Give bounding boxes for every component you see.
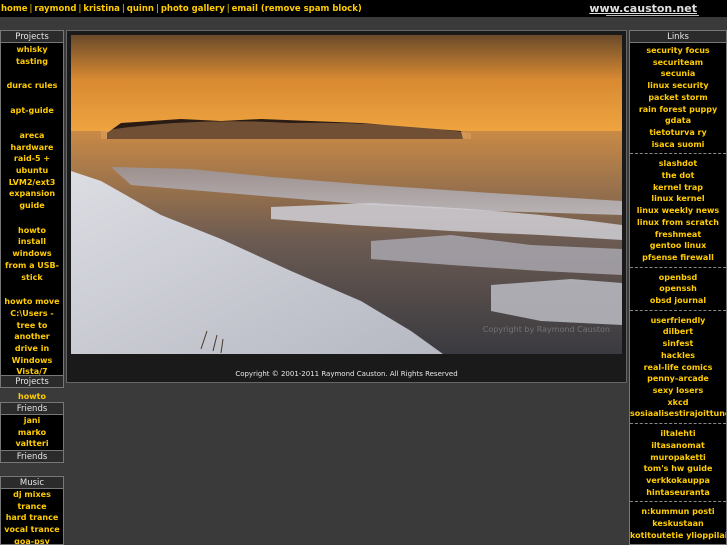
link-openbsd[interactable]: openbsd	[630, 272, 726, 284]
projects-panel: Projects whisky tasting durac rules apt-gu…	[0, 30, 64, 448]
projects-header: Projects	[1, 31, 63, 43]
link-linux-weekly-news[interactable]: linux weekly news	[630, 205, 726, 217]
top-nav: home | raymond | kristina | quinn | photo galler…	[1, 4, 362, 14]
link-tom-s-hw-guide[interactable]: tom's hw guide	[630, 463, 726, 475]
nav-link-quinn[interactable]: quinn	[127, 4, 154, 14]
link-n-kummun-posti[interactable]: n:kummun posti	[630, 506, 726, 518]
link-sexy-losers[interactable]: sexy losers	[630, 385, 726, 397]
link-openssh[interactable]: openssh	[630, 283, 726, 295]
project-link-areca-hardware-raid-5-ubuntu-lvm2-ext3-expansion-guide[interactable]: areca hardware raid-5 + ubuntu LVM2/ext3…	[1, 129, 63, 213]
music-link-hard-trance[interactable]: hard trance	[1, 512, 63, 524]
link-the-dot[interactable]: the dot	[630, 170, 726, 182]
nav-link-raymond[interactable]: raymond	[34, 4, 76, 14]
nav-link-home[interactable]: home	[1, 4, 28, 14]
links-header: Links	[630, 31, 726, 43]
link-security-focus[interactable]: security focus	[630, 45, 726, 57]
nav-link-email-remove-spam-block[interactable]: email (remove spam block)	[232, 4, 362, 14]
friends-footer: Friends	[1, 450, 63, 462]
link-verkkokauppa[interactable]: verkkokauppa	[630, 475, 726, 487]
projects-footer: Projects	[1, 375, 63, 387]
link-linux-from-scratch[interactable]: linux from scratch	[630, 217, 726, 229]
link-kernel-trap[interactable]: kernel trap	[630, 182, 726, 194]
nav-link-photo-gallery[interactable]: photo gallery	[161, 4, 225, 14]
link-slashdot[interactable]: slashdot	[630, 158, 726, 170]
links-divider	[630, 501, 726, 503]
music-panel: Music dj mixes trance hard trance vocal tra…	[0, 476, 64, 545]
link-penny-arcade[interactable]: penny-arcade	[630, 373, 726, 385]
links-divider	[630, 266, 726, 268]
link-kotitoutetie-ylioppilaiksi[interactable]: kotitoutetie ylioppilaiksi	[630, 530, 726, 542]
music-link-vocal-trance[interactable]: vocal trance	[1, 524, 63, 536]
copyright-text: Copyright © 2001-2011 Raymond Causton. A…	[235, 370, 458, 378]
top-bar: home | raymond | kristina | quinn | photo galler…	[0, 0, 727, 17]
link-sinfest[interactable]: sinfest	[630, 338, 726, 350]
link-tietoturva-ry[interactable]: tietoturva ry	[630, 127, 726, 139]
friends-header: Friends	[1, 403, 63, 415]
links-panel: Links security focus securiteam secunia lin…	[629, 30, 727, 545]
link-gentoo-linux[interactable]: gentoo linux	[630, 240, 726, 252]
link-pfsense-firewall[interactable]: pfsense firewall	[630, 252, 726, 264]
link-hackles[interactable]: hackles	[630, 350, 726, 362]
nav-separator: |	[121, 4, 125, 14]
link-keskustaan[interactable]: keskustaan	[630, 518, 726, 530]
project-link-howto-install-windows-from-a-usb-stick[interactable]: howto install windows from a USB-stick	[1, 224, 63, 285]
link-xkcd[interactable]: xkcd	[630, 397, 726, 409]
nav-separator: |	[226, 4, 230, 14]
links-divider	[630, 153, 726, 155]
friend-link-valtteri[interactable]: valtteri	[1, 438, 63, 450]
nav-separator: |	[29, 4, 33, 14]
friends-panel: Friends jani marko valtteri Friends	[0, 402, 64, 463]
music-header: Music	[1, 477, 63, 489]
links-divider	[630, 309, 726, 311]
music-link-goa-psy-trance[interactable]: goa-psy trance	[1, 536, 63, 544]
link-isaca-suomi[interactable]: isaca suomi	[630, 139, 726, 151]
link-iltalehti[interactable]: iltalehti	[630, 428, 726, 440]
nav-link-kristina[interactable]: kristina	[83, 4, 120, 14]
photo-frame: Copyright by Raymond Causton Copyright ©…	[66, 30, 627, 383]
link-userfriendly[interactable]: userfriendly	[630, 315, 726, 327]
link-secunia[interactable]: secunia	[630, 68, 726, 80]
project-link-durac-rules[interactable]: durac rules	[1, 79, 63, 93]
link-securiteam[interactable]: securiteam	[630, 57, 726, 69]
music-link-trance[interactable]: trance	[1, 501, 63, 513]
site-name-link[interactable]: www.causton.net	[589, 2, 697, 15]
link-linux-kernel[interactable]: linux kernel	[630, 193, 726, 205]
link-freshmeat[interactable]: freshmeat	[630, 229, 726, 241]
link-linux-security[interactable]: linux security	[630, 80, 726, 92]
link-real-life-comics[interactable]: real-life comics	[630, 362, 726, 374]
project-link-howto-move-c-users-tree-to-another-drive-in-windows-vista-7[interactable]: howto move C:\Users -tree to another dri…	[1, 295, 63, 379]
link-rain-forest-puppy[interactable]: rain forest puppy	[630, 104, 726, 116]
project-link-apt-guide[interactable]: apt-guide	[1, 104, 63, 118]
link-packet-storm[interactable]: packet storm	[630, 92, 726, 104]
site-name-underline	[606, 15, 699, 16]
link-obsd-journal[interactable]: obsd journal	[630, 295, 726, 307]
link-sosiaalisestirajoittuneet[interactable]: sosiaalisestirajoittuneet	[630, 408, 726, 420]
link-gdata[interactable]: gdata	[630, 115, 726, 127]
link-muropaketti[interactable]: muropaketti	[630, 452, 726, 464]
links-divider	[630, 423, 726, 425]
friend-link-marko[interactable]: marko	[1, 427, 63, 439]
music-list: dj mixes trance hard trance vocal trance goa…	[1, 489, 63, 544]
link-iltasanomat[interactable]: iltasanomat	[630, 440, 726, 452]
projects-list: whisky tasting durac rules apt-guide areca …	[1, 43, 63, 451]
friend-link-jani[interactable]: jani	[1, 415, 63, 427]
link-dilbert[interactable]: dilbert	[630, 326, 726, 338]
music-link-dj-mixes[interactable]: dj mixes	[1, 489, 63, 501]
photo-watermark: Copyright by Raymond Causton	[482, 325, 610, 334]
sunset-sea-photo: Copyright by Raymond Causton	[71, 35, 622, 354]
nav-separator: |	[78, 4, 82, 14]
friends-list: jani marko valtteri	[1, 415, 63, 450]
link-hintaseuranta[interactable]: hintaseuranta	[630, 487, 726, 499]
project-link-whisky-tasting[interactable]: whisky tasting	[1, 43, 63, 68]
links-list: security focus securiteam secunia linux sec…	[630, 43, 726, 541]
photo-image	[71, 35, 622, 354]
nav-separator: |	[155, 4, 159, 14]
